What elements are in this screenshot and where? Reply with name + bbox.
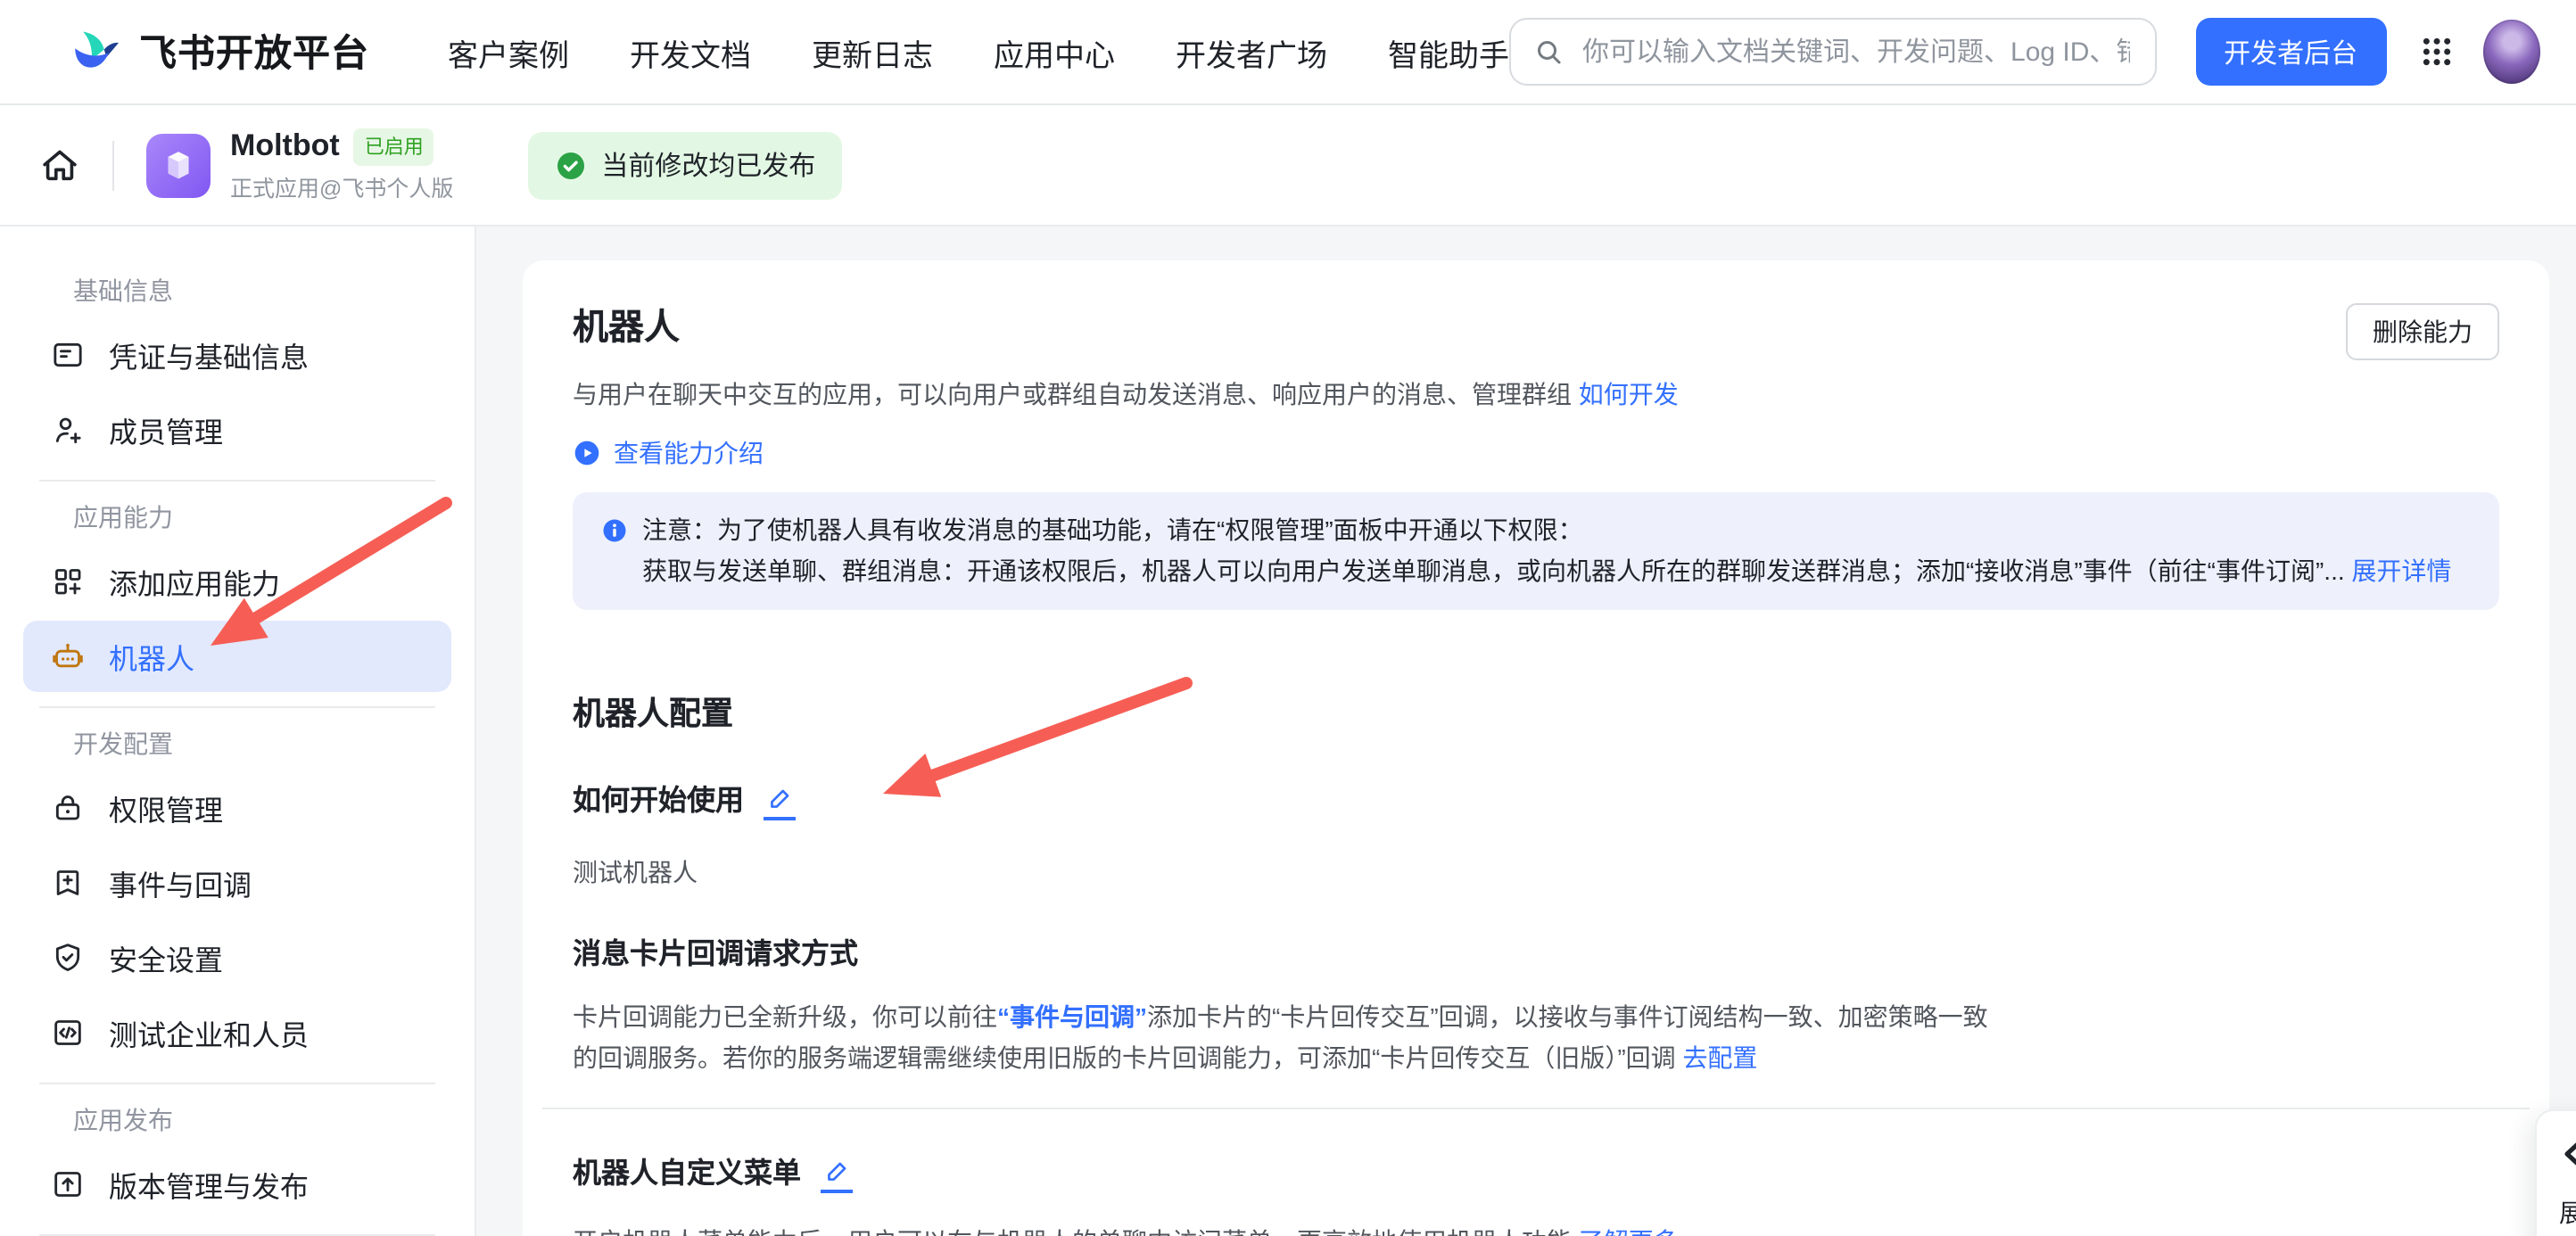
sidebar-item-credentials[interactable]: 凭证与基础信息 — [23, 319, 451, 391]
global-search[interactable] — [1509, 18, 2156, 86]
custom-menu-title: 机器人自定义菜单 — [573, 1156, 801, 1195]
sidebar-item-events[interactable]: 事件与回调 — [23, 847, 451, 919]
sidebar-section-dev-config: 开发配置 — [73, 726, 475, 762]
sidebar-item-label: 测试企业和人员 — [109, 1011, 309, 1054]
sidebar-divider — [39, 706, 435, 708]
sidebar-item-test-org[interactable]: 测试企业和人员 — [23, 997, 451, 1068]
bot-config-title: 机器人配置 — [573, 692, 2499, 737]
custom-menu-title-row: 机器人自定义菜单 — [573, 1156, 2499, 1195]
collapse-chevron-icon — [2559, 1140, 2576, 1168]
apps-grid-icon[interactable] — [2418, 34, 2454, 70]
check-circle-icon — [555, 149, 587, 181]
sidebar-item-bot[interactable]: 机器人 — [23, 621, 451, 692]
feishu-open-platform-page: 飞书开放平台 客户案例 开发文档 更新日志 应用中心 开发者广场 智能助手 开发… — [0, 0, 2576, 1236]
nav-item-dev-docs[interactable]: 开发文档 — [630, 29, 751, 74]
header-divider — [112, 140, 114, 190]
sidebar-item-label: 安全设置 — [109, 936, 223, 979]
notice-line-1: 注意：为了使机器人具有收发消息的基础功能，请在“权限管理”面板中开通以下权限： — [642, 510, 1583, 551]
page-title: 机器人 — [573, 303, 2499, 353]
card-section-divider — [542, 1108, 2530, 1109]
lock-icon — [50, 790, 86, 826]
sidebar-section-basic-info: 基础信息 — [73, 273, 475, 309]
permission-notice: 注意：为了使机器人具有收发消息的基础功能，请在“权限管理”面板中开通以下权限： … — [573, 492, 2499, 610]
how-to-start-row: 如何开始使用 — [573, 783, 2499, 822]
sidebar-item-label: 凭证与基础信息 — [109, 334, 309, 376]
status-badge: 已启用 — [354, 128, 434, 165]
card-callback-title: 消息卡片回调请求方式 — [573, 936, 858, 976]
sidebar-item-label: 权限管理 — [109, 787, 223, 829]
sidebar-item-permissions[interactable]: 权限管理 — [23, 772, 451, 844]
sidebar-section-release: 应用发布 — [73, 1102, 475, 1138]
top-navbar: 飞书开放平台 客户案例 开发文档 更新日志 应用中心 开发者广场 智能助手 开发… — [0, 0, 2576, 105]
expand-tab-label: 展 — [2559, 1195, 2576, 1231]
search-input[interactable] — [1579, 35, 2133, 69]
id-card-icon — [50, 337, 86, 373]
sidebar-item-members[interactable]: 成员管理 — [23, 394, 451, 466]
sidebar-divider — [39, 480, 435, 482]
app-icon — [146, 133, 211, 197]
logo-text: 飞书开放平台 — [139, 25, 369, 78]
card-callback-paragraph: 卡片回调能力已全新升级，你可以前往“事件与回调”添加卡片的“卡片回传交互”回调，… — [573, 997, 2000, 1079]
learn-more-link[interactable]: 了解更多 — [1579, 1227, 1679, 1236]
member-add-icon — [50, 412, 86, 448]
user-avatar[interactable] — [2482, 20, 2540, 84]
app-header: Moltbot 已启用 正式应用@飞书个人版 当前修改均已发布 — [0, 105, 2576, 227]
code-box-icon — [50, 1015, 86, 1051]
info-icon — [601, 517, 628, 544]
sidebar-item-security[interactable]: 安全设置 — [23, 922, 451, 993]
shield-check-icon — [50, 940, 86, 976]
sidebar-section-capabilities: 应用能力 — [73, 499, 475, 535]
app-subtitle: 正式应用@飞书个人版 — [230, 169, 453, 202]
edit-custom-menu-button[interactable] — [821, 1158, 853, 1193]
expand-detail-link[interactable]: 展开详情 — [2351, 556, 2451, 585]
events-callback-link[interactable]: “事件与回调” — [997, 1002, 1147, 1031]
robot-icon — [50, 639, 86, 674]
top-nav-menu: 客户案例 开发文档 更新日志 应用中心 开发者广场 智能助手 — [448, 29, 1509, 74]
search-icon — [1532, 36, 1565, 68]
sidebar-item-add-capability[interactable]: 添加应用能力 — [23, 546, 451, 617]
sidebar-item-label: 机器人 — [109, 635, 194, 678]
publish-icon — [50, 1166, 86, 1202]
test-bot-text: 测试机器人 — [573, 854, 2499, 890]
how-to-develop-link[interactable]: 如何开发 — [1579, 380, 1679, 408]
nav-item-developer-plaza[interactable]: 开发者广场 — [1176, 29, 1327, 74]
edit-how-to-start-button[interactable] — [764, 785, 796, 820]
sidebar-item-label: 添加应用能力 — [109, 560, 280, 603]
expand-panel-tab[interactable]: 展 — [2535, 1109, 2576, 1236]
bot-capability-card: 机器人 删除能力 与用户在聊天中交互的应用，可以向用户或群组自动发送消息、响应用… — [523, 260, 2549, 1236]
nav-item-changelog[interactable]: 更新日志 — [812, 29, 933, 74]
event-callback-icon — [50, 865, 86, 901]
sidebar-item-label: 成员管理 — [109, 408, 223, 451]
feishu-logo-icon — [70, 25, 123, 78]
capability-intro-link[interactable]: 查看能力介绍 — [573, 435, 2499, 471]
capability-description: 与用户在聊天中交互的应用，可以向用户或群组自动发送消息、响应用户的消息、管理群组… — [573, 375, 2499, 414]
publish-status-pill: 当前修改均已发布 — [528, 131, 842, 199]
home-icon[interactable] — [39, 144, 80, 185]
sidebar-item-label: 版本管理与发布 — [109, 1163, 309, 1206]
content-area: 机器人 删除能力 与用户在聊天中交互的应用，可以向用户或群组自动发送消息、响应用… — [476, 227, 2576, 1236]
nav-item-app-center[interactable]: 应用中心 — [994, 29, 1115, 74]
delete-capability-button[interactable]: 删除能力 — [2346, 303, 2499, 360]
sidebar-item-label: 事件与回调 — [109, 861, 252, 904]
sidebar-item-version-release[interactable]: 版本管理与发布 — [23, 1149, 451, 1220]
sidebar-divider — [39, 1083, 435, 1084]
feishu-logo[interactable]: 飞书开放平台 — [70, 25, 369, 78]
add-capability-icon — [50, 564, 86, 599]
play-circle-icon — [573, 439, 601, 467]
custom-menu-description: 开启机器人菜单能力后，用户可以在与机器人的单聊中访问菜单，更高效地使用机器人功能… — [573, 1224, 2499, 1236]
developer-console-button[interactable]: 开发者后台 — [2195, 18, 2386, 86]
sidebar: 基础信息 凭证与基础信息 成员管理 应用能力 — [0, 227, 476, 1236]
nav-item-customer-cases[interactable]: 客户案例 — [448, 29, 569, 74]
app-identity: Moltbot 已启用 正式应用@飞书个人版 — [230, 128, 453, 202]
go-configure-link[interactable]: 去配置 — [1682, 1043, 1757, 1072]
notice-line-2: 获取与发送单聊、群组消息：开通该权限后，机器人可以向用户发送单聊消息，或向机器人… — [601, 551, 2471, 592]
nav-item-ai-assistant[interactable]: 智能助手 — [1388, 29, 1509, 74]
publish-status-text: 当前修改均已发布 — [601, 146, 815, 184]
app-name: Moltbot — [230, 128, 340, 164]
card-callback-title-row: 消息卡片回调请求方式 — [573, 936, 2499, 976]
